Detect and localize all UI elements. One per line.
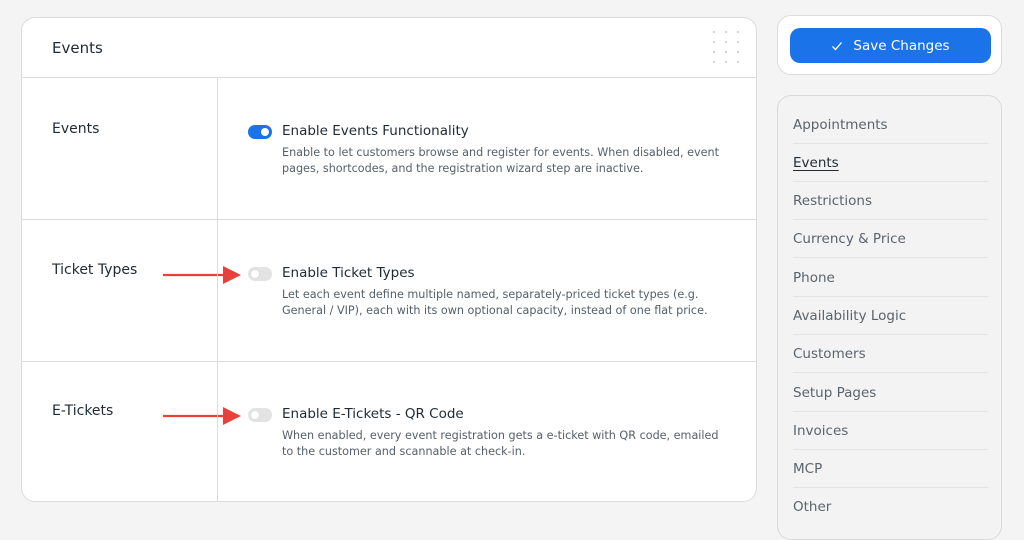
option-title: Enable Ticket Types [282, 265, 415, 281]
settings-row-events: Events Enable Events Functionality Enabl… [22, 78, 756, 220]
nav-item-other[interactable]: Other [793, 488, 988, 526]
nav-item-restrictions[interactable]: Restrictions [793, 182, 988, 220]
row-divider [217, 220, 218, 361]
card-title: Events [52, 39, 103, 57]
save-panel: Save Changes [777, 15, 1002, 75]
nav-item-invoices[interactable]: Invoices [793, 412, 988, 450]
row-label: Ticket Types [52, 262, 138, 278]
save-changes-button[interactable]: Save Changes [790, 28, 991, 63]
nav-item-phone[interactable]: Phone [793, 259, 988, 297]
check-icon [832, 41, 843, 50]
toggle-enable-e-tickets[interactable] [248, 408, 272, 422]
option-title: Enable Events Functionality [282, 123, 469, 139]
toggle-knob [251, 270, 259, 278]
option-description: When enabled, every event registration g… [282, 429, 719, 458]
nav-item-appointments[interactable]: Appointments [793, 106, 988, 144]
annotation-arrow-icon [163, 407, 241, 425]
save-button-label: Save Changes [853, 37, 950, 54]
nav-item-setup-pages[interactable]: Setup Pages [793, 374, 988, 412]
annotation-arrow-icon [163, 266, 241, 284]
nav-item-availability-logic[interactable]: Availability Logic [793, 297, 988, 335]
nav-item-mcp[interactable]: MCP [793, 450, 988, 488]
toggle-enable-events[interactable] [248, 125, 272, 139]
events-settings-card: Events Events Enable Events Functionalit… [21, 17, 757, 502]
settings-row-ticket-types: Ticket Types Enable Ticket Types Let eac… [22, 220, 756, 362]
nav-item-customers[interactable]: Customers [793, 335, 988, 373]
toggle-knob [251, 411, 259, 419]
nav-item-events[interactable]: Events [793, 144, 988, 182]
row-label: Events [52, 121, 100, 137]
row-divider [217, 78, 218, 219]
toggle-knob [261, 128, 269, 136]
row-divider [217, 362, 218, 501]
dot-pattern-decoration [708, 27, 748, 67]
toggle-enable-ticket-types[interactable] [248, 267, 272, 281]
nav-item-currency-price[interactable]: Currency & Price [793, 220, 988, 258]
option-description: Enable to let customers browse and regis… [282, 146, 719, 175]
row-label: E-Tickets [52, 403, 114, 419]
settings-row-e-tickets: E-Tickets Enable E-Tickets - QR Code Whe… [22, 362, 756, 501]
option-title: Enable E-Tickets - QR Code [282, 406, 464, 422]
option-description: Let each event define multiple named, se… [282, 288, 708, 317]
card-header: Events [22, 18, 756, 78]
settings-nav: Appointments Events Restrictions Currenc… [777, 95, 1002, 540]
